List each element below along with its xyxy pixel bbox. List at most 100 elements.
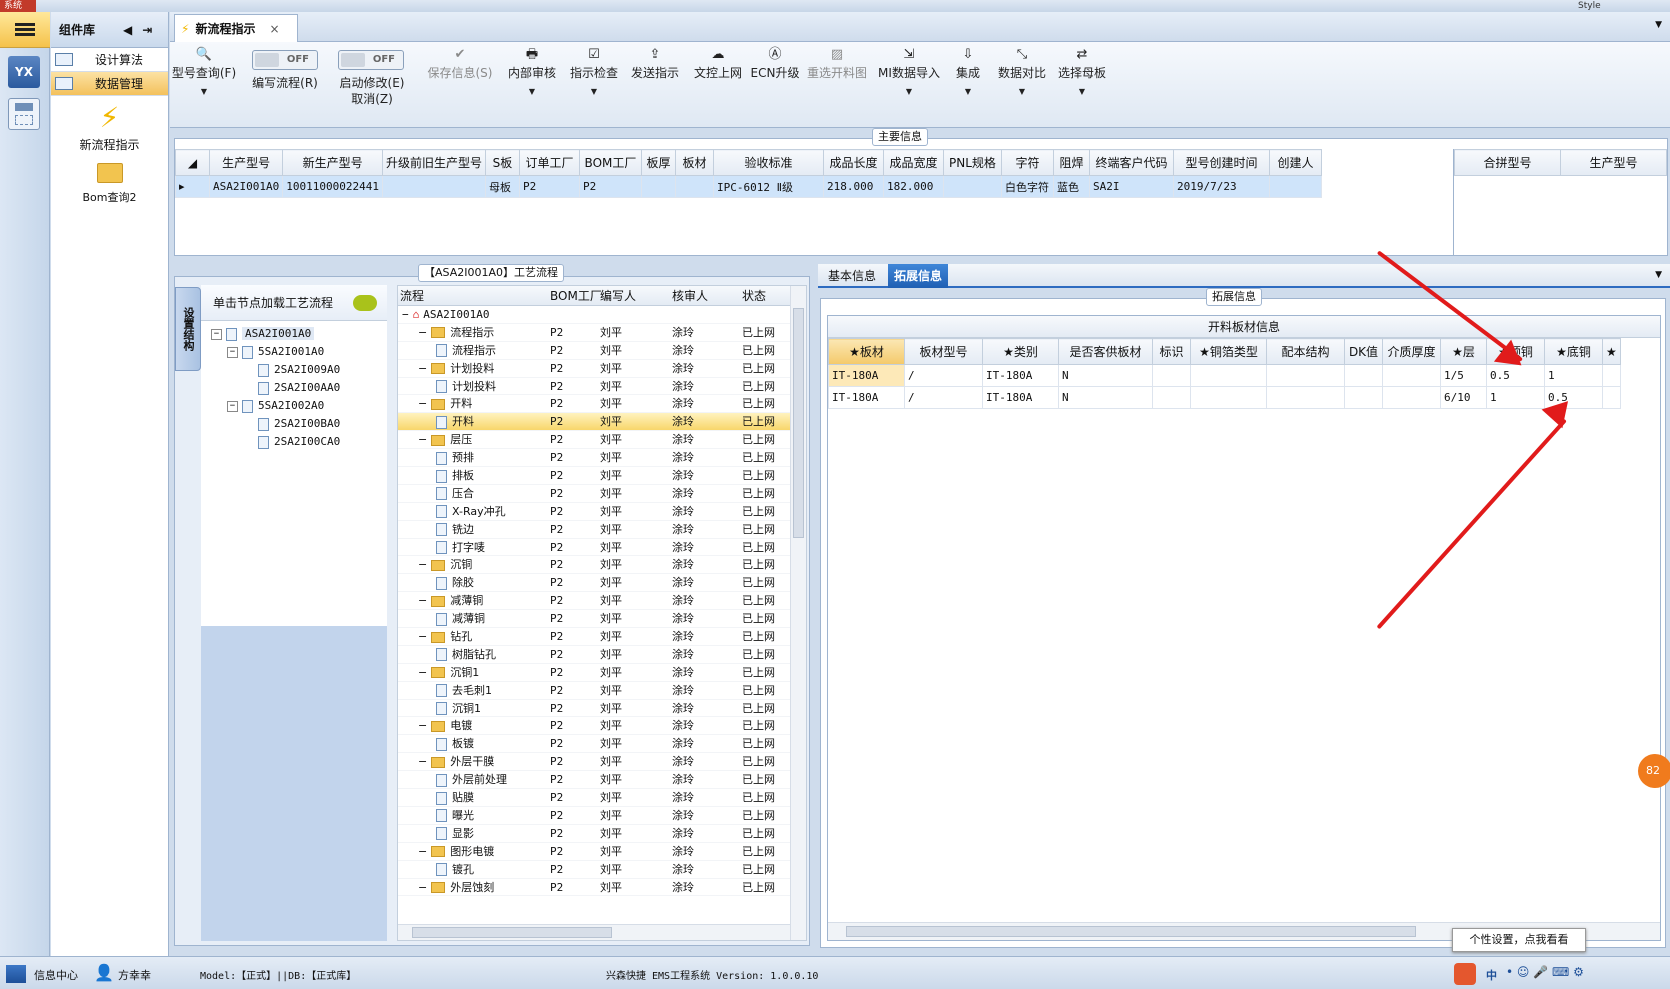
table-cell[interactable] — [1190, 386, 1267, 409]
tree-node[interactable]: − ASA2I001A0 — [211, 325, 387, 343]
flow-row[interactable]: − 层压 P2 刘平 涂玲 已上网 — [398, 431, 806, 450]
flow-row[interactable]: 沉铜1 P2 刘平 涂玲 已上网 — [398, 700, 806, 718]
table-cell[interactable] — [640, 175, 676, 198]
flow-col-status-header[interactable]: 状态 — [742, 286, 766, 306]
flow-row[interactable]: − 图形电镀 P2 刘平 涂玲 已上网 — [398, 843, 806, 861]
collapse-icon[interactable]: − — [418, 558, 427, 571]
flow-vertical-scrollbar[interactable] — [790, 286, 806, 940]
table-cell[interactable]: 1 — [1544, 364, 1603, 387]
floating-assistant-badge[interactable]: 82 — [1638, 754, 1670, 788]
ext-col-header[interactable]: ★铜箔类型 — [1190, 338, 1267, 365]
flow-row[interactable]: 开料 P2 刘平 涂玲 已上网 — [398, 413, 806, 432]
ext-col-header[interactable]: ★底铜 — [1544, 338, 1603, 365]
flow-row[interactable]: − 减薄铜 P2 刘平 涂玲 已上网 — [398, 592, 806, 611]
table-cell[interactable]: P2 — [578, 175, 642, 198]
calculator-icon[interactable] — [8, 98, 40, 130]
main-col-header[interactable]: 型号创建时间 — [1172, 149, 1270, 176]
table-row[interactable]: ▸ ASA2I001A0 10011000022441 母板 P2 P2 IPC-6012 … — [175, 175, 1322, 198]
collapse-icon[interactable]: − — [402, 308, 409, 321]
collapse-icon[interactable]: − — [418, 719, 427, 732]
merge-col-header[interactable]: 生产型号 — [1560, 149, 1667, 176]
table-cell[interactable] — [1266, 364, 1345, 387]
main-col-header[interactable]: 升级前旧生产型号 — [381, 149, 486, 176]
send-instruction-button[interactable]: ⇪ 发送指示 — [626, 46, 684, 81]
table-cell[interactable]: N — [1058, 364, 1153, 387]
tree-node[interactable]: − 5SA2I001A0 — [211, 343, 387, 361]
tree-node[interactable]: 2SA2I00BA0 — [211, 415, 387, 433]
table-cell[interactable]: N — [1058, 386, 1153, 409]
table-cell[interactable] — [1268, 175, 1322, 198]
table-cell[interactable]: P2 — [518, 175, 580, 198]
table-cell[interactable] — [1344, 364, 1383, 387]
side-tab-structure[interactable]: 设置结构 — [175, 287, 201, 371]
tree-node[interactable]: 2SA2I009A0 — [211, 361, 387, 379]
flow-row[interactable]: 压合 P2 刘平 涂玲 已上网 — [398, 485, 806, 503]
flow-row[interactable]: − 外层干膜 P2 刘平 涂玲 已上网 — [398, 753, 806, 772]
tab-close-button[interactable]: × — [269, 22, 279, 36]
ext-col-header[interactable]: DK值 — [1344, 338, 1383, 365]
table-cell[interactable]: IT-180A — [828, 386, 905, 409]
ext-col-header[interactable]: 板材型号 — [904, 338, 983, 365]
tree-node[interactable]: − 5SA2I002A0 — [211, 397, 387, 415]
flow-row[interactable]: − 外层蚀刻 P2 刘平 涂玲 已上网 — [398, 879, 806, 897]
collapse-icon[interactable]: − — [211, 328, 222, 340]
flow-root-row[interactable]: − ⌂ ASA2I001A0 — [398, 306, 806, 324]
collapse-icon[interactable]: − — [418, 666, 427, 679]
flow-col-writer-header[interactable]: 编写人 — [600, 286, 636, 306]
publish-online-button[interactable]: ☁ 文控上网 — [688, 46, 748, 81]
main-col-header[interactable]: BOM工厂 — [578, 149, 642, 176]
table-cell[interactable]: 1/5 — [1440, 364, 1487, 387]
table-cell[interactable] — [1602, 386, 1621, 409]
main-col-header[interactable]: 创建人 — [1268, 149, 1322, 176]
collapse-icon[interactable]: − — [418, 594, 427, 607]
panel-chevron-down-icon[interactable]: ▼ — [1655, 270, 1662, 280]
table-cell[interactable] — [1344, 386, 1383, 409]
flow-row[interactable]: 外层前处理 P2 刘平 涂玲 已上网 — [398, 771, 806, 790]
ext-col-header[interactable]: 介质厚度 — [1382, 338, 1441, 365]
table-cell[interactable] — [1266, 386, 1345, 409]
ext-col-header[interactable]: ★层 — [1440, 338, 1487, 365]
instruction-check-button[interactable]: ☑ 指示检查 ▼ — [566, 46, 622, 96]
table-cell[interactable]: 2019/7/23 — [1172, 175, 1270, 198]
ime-logo-icon[interactable] — [1454, 963, 1476, 985]
table-cell[interactable]: 1 — [1486, 386, 1545, 409]
flow-row[interactable]: 计划投料 P2 刘平 涂玲 已上网 — [398, 378, 806, 396]
main-col-header[interactable]: 板材 — [674, 149, 714, 176]
tool-bom-query[interactable]: Bom查询2 — [51, 163, 168, 205]
comp-item-data-management[interactable]: 数据管理 — [51, 72, 168, 96]
collapse-icon[interactable]: − — [418, 845, 427, 858]
yx-logo-icon[interactable]: YX — [8, 56, 40, 88]
model-query-button[interactable]: 🔍 型号查询(F) ▼ — [170, 46, 238, 96]
flow-row[interactable]: 预排 P2 刘平 涂玲 已上网 — [398, 449, 806, 468]
tab-new-flow[interactable]: ⚡ 新流程指示 × — [174, 14, 298, 42]
table-cell[interactable] — [1602, 364, 1621, 387]
table-cell[interactable]: 10011000022441 — [282, 175, 383, 198]
collapse-icon[interactable]: − — [418, 755, 427, 768]
flow-row[interactable]: X-Ray冲孔 P2 刘平 涂玲 已上网 — [398, 503, 806, 521]
start-edit-toggle[interactable]: OFF — [338, 50, 404, 70]
table-cell[interactable]: IT-180A — [828, 364, 905, 387]
ecn-upgrade-button[interactable]: Ⓐ ECN升级 — [750, 46, 800, 81]
style-menu[interactable]: Style — [1578, 0, 1601, 12]
flow-row[interactable]: − 沉铜1 P2 刘平 涂玲 已上网 — [398, 664, 806, 682]
main-col-header[interactable]: 订单工厂 — [518, 149, 580, 176]
tab-extended-info[interactable]: 拓展信息 — [888, 264, 949, 288]
table-cell[interactable]: ASA2I001A0 — [208, 175, 284, 198]
collapse-left-icon[interactable]: ◀ — [123, 23, 132, 37]
collapse-icon[interactable]: − — [418, 397, 427, 410]
flow-row[interactable]: 镀孔 P2 刘平 涂玲 已上网 — [398, 861, 806, 879]
ime-tray-icons[interactable]: • ☺ 🎤 ⌨ ⚙ — [1506, 965, 1584, 979]
collapse-icon[interactable]: − — [418, 881, 427, 894]
tree-node[interactable]: 2SA2I00CA0 — [211, 433, 387, 451]
ext-col-header[interactable]: ★板材 — [828, 338, 905, 365]
cancel-button[interactable]: 取消(Z) — [330, 90, 414, 107]
flow-row[interactable]: − 开料 P2 刘平 涂玲 已上网 — [398, 395, 806, 414]
table-cell[interactable]: 6/10 — [1440, 386, 1487, 409]
hamburger-menu-button[interactable] — [0, 12, 50, 48]
main-col-header[interactable]: 板厚 — [640, 149, 676, 176]
flow-col-name-header[interactable]: 流程 — [400, 286, 424, 306]
collapse-icon[interactable]: − — [418, 362, 427, 375]
table-cell[interactable] — [1190, 364, 1267, 387]
flow-row[interactable]: 去毛刺1 P2 刘平 涂玲 已上网 — [398, 682, 806, 700]
tab-list-chevron-icon[interactable]: ▼ — [1655, 20, 1662, 30]
